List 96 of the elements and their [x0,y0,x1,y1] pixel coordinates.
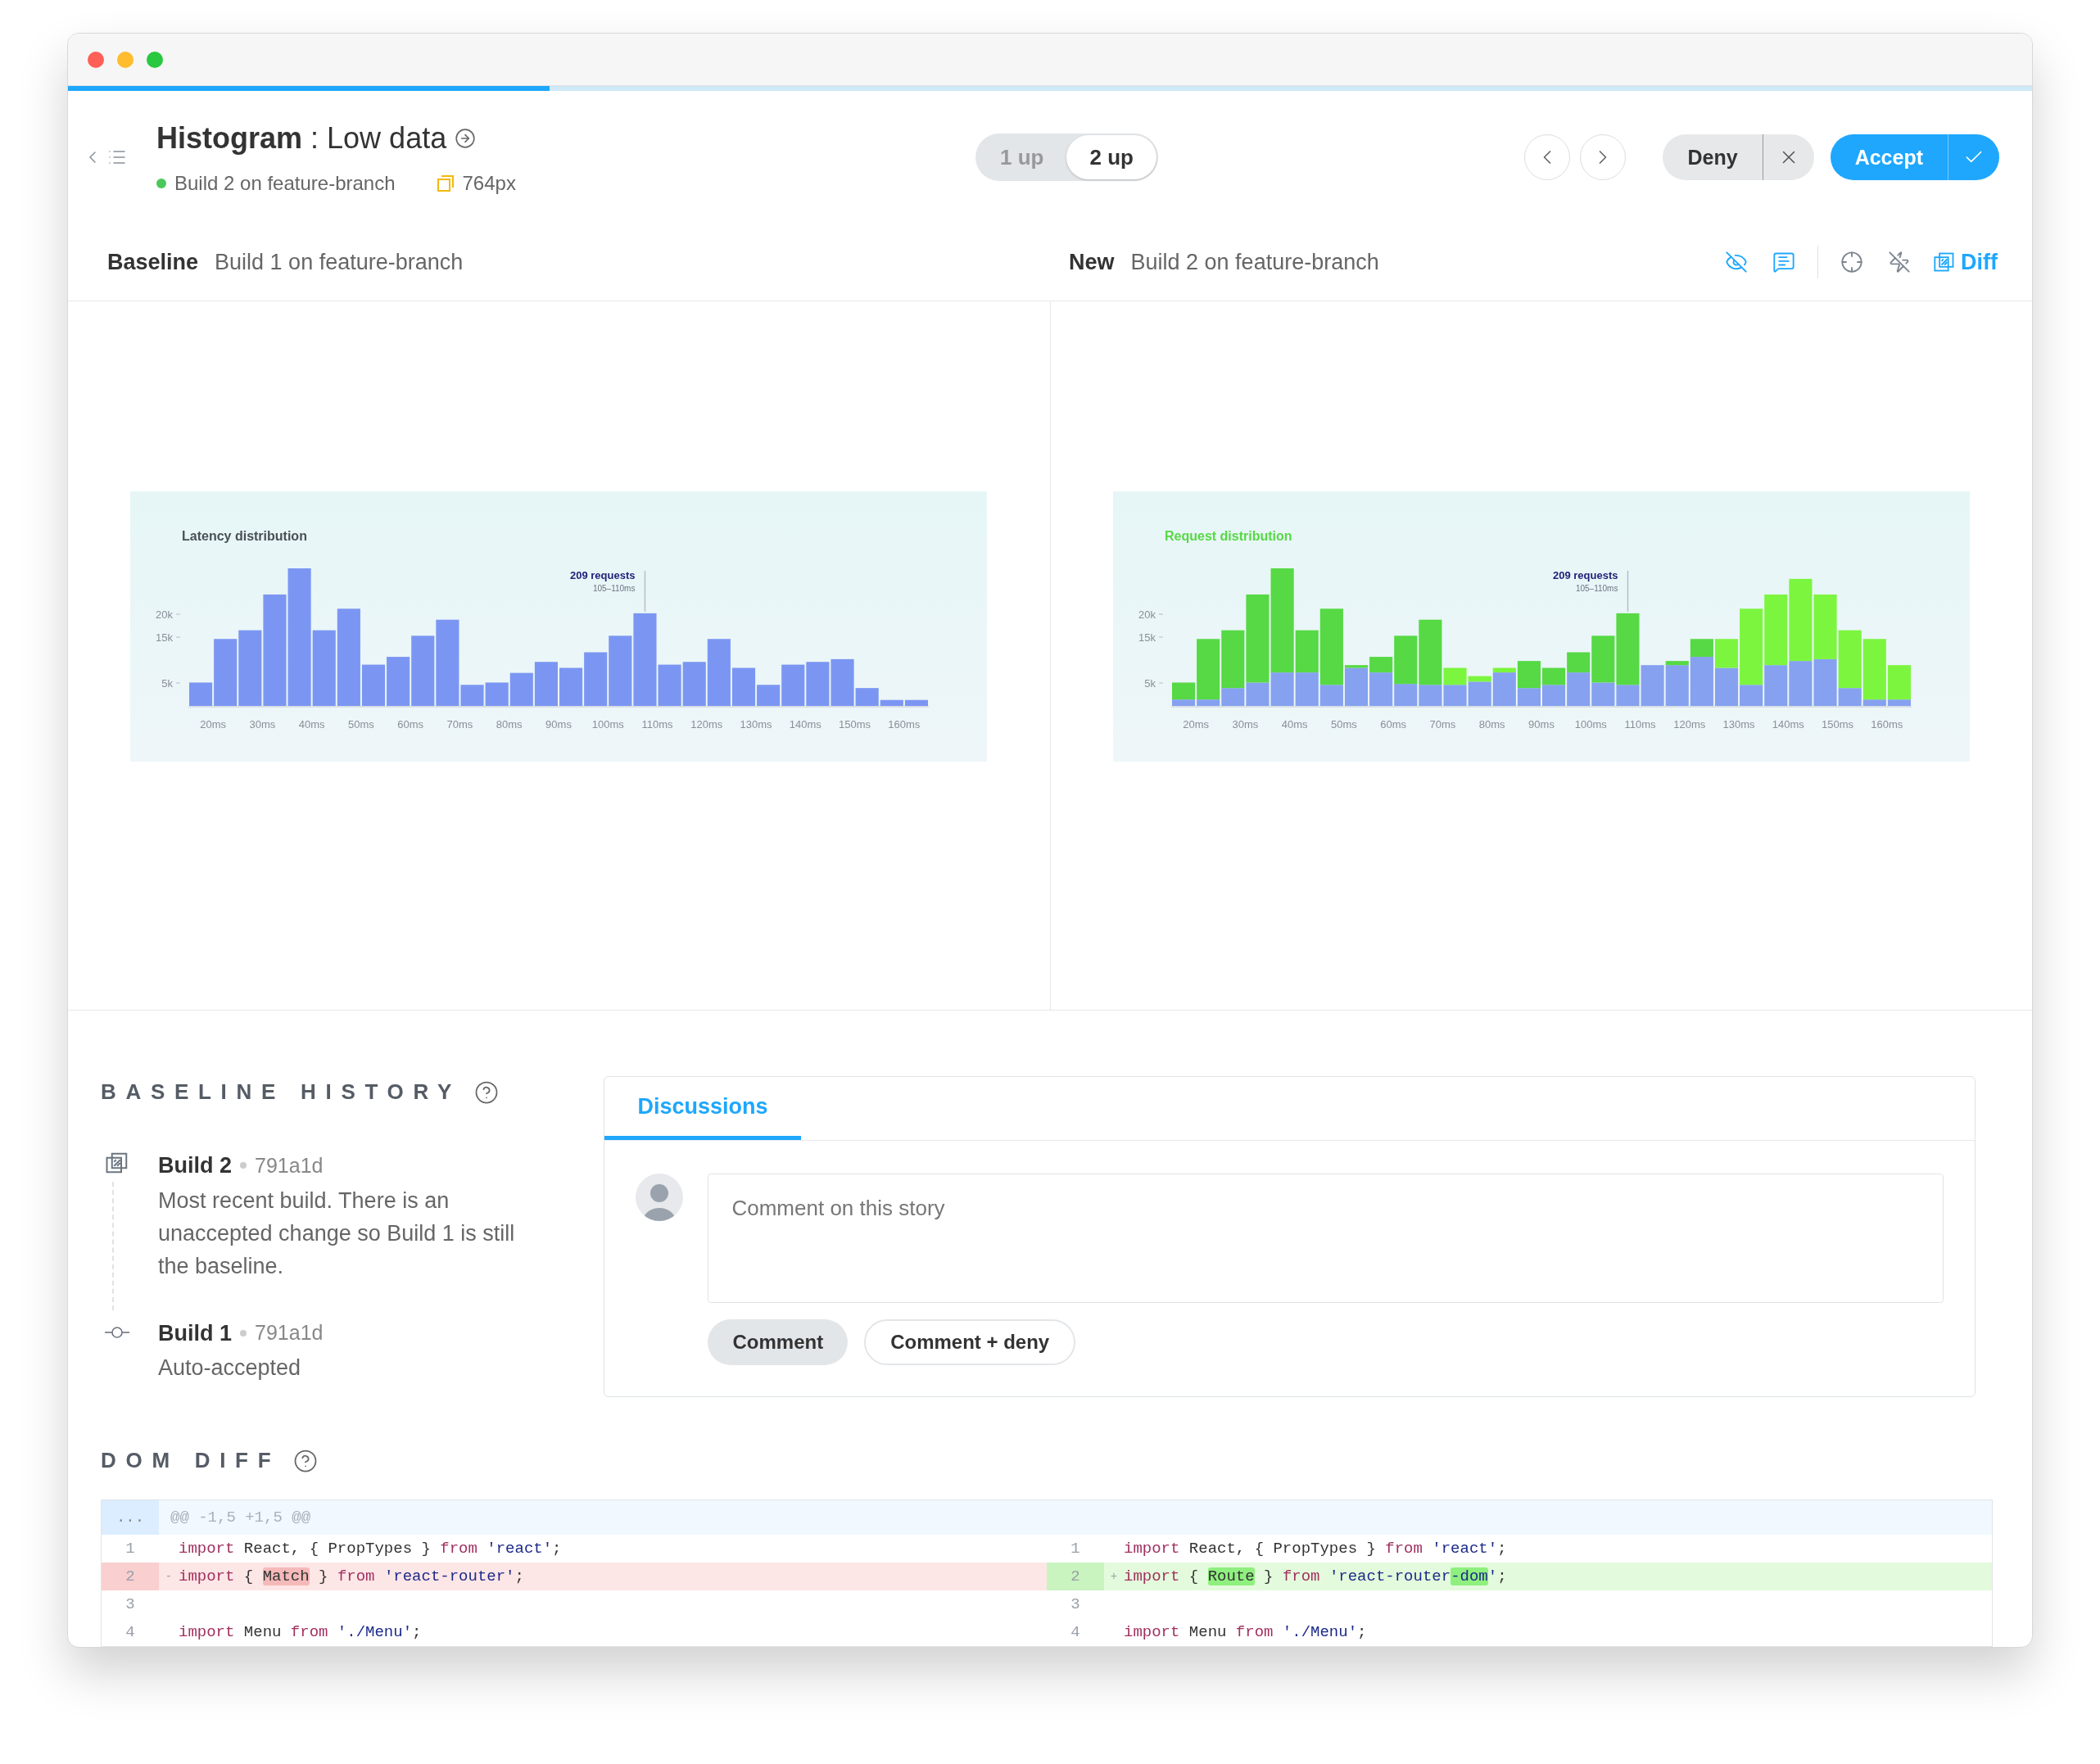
diff-sign: - [165,1568,173,1585]
x-tick-label: 40ms [299,717,325,730]
x-tick-label: 100ms [1574,717,1607,730]
histogram-bar [485,682,509,706]
x-tick-label: 30ms [249,717,276,730]
build-name: Build 1 [158,1319,232,1347]
y-tick-label: 15k [1138,631,1156,644]
code-line: import Menu from './Menu'; [1124,1622,1367,1643]
panel-build: Build 2 on feature-branch [1130,249,1379,276]
x-tick-label: 120ms [690,717,723,730]
panel-build: Build 1 on feature-branch [215,249,464,276]
chart-title: Latency distribution [182,528,308,543]
crosshair-icon [1840,251,1863,274]
histogram-bar [535,661,559,706]
zap-off-icon [1888,251,1911,274]
x-tick-label: 20ms [200,717,227,730]
panel-heading: New [1069,249,1115,276]
x-tick-label: 150ms [1821,717,1853,730]
x-tick-label: 70ms [446,717,473,730]
arrow-circle-icon[interactable] [455,128,477,150]
panel-heading: Baseline [107,249,199,276]
code-line: import { Route } from 'react-router-dom'; [1124,1566,1507,1587]
build-name: Build 2 [158,1152,232,1179]
diff-button[interactable]: Diff [1933,246,1998,279]
code-line: import React, { PropTypes } from 'react'; [1124,1538,1507,1559]
x-tick-label: 90ms [545,717,573,730]
x-tick-label: 90ms [1527,717,1555,730]
line-number: 2 [102,1563,159,1590]
x-tick-label: 60ms [1380,717,1406,730]
section-heading: DOM DIFF [101,1447,281,1474]
discussions-tab[interactable]: Discussions [604,1077,801,1140]
y-tick-label: 5k [1144,676,1156,690]
x-tick-label: 20ms [1183,717,1209,730]
x-tick-label: 80ms [496,717,523,730]
build-label: Build 2 on feature-branch [174,171,396,197]
histogram-bar [510,672,534,706]
code-line: import { Match } from 'react-router'; [179,1566,524,1587]
story-title: Histogram [156,120,303,157]
histogram-bar [806,661,830,706]
x-tick-label: 30ms [1232,717,1259,730]
annotation-detail: 105–110ms [1575,583,1618,593]
annotation-line [644,569,646,613]
y-tick-label: 15k [156,631,174,644]
x-tick-label: 50ms [1330,717,1357,730]
x-tick-label: 110ms [1624,717,1656,730]
build-note: Most recent build. There is an unaccepted change so Build 1 is still the baseline. [158,1187,516,1280]
x-tick-label: 80ms [1478,717,1505,730]
histogram-bar [387,656,410,706]
x-tick-label: 70ms [1429,717,1456,730]
viewport-width: 764px [462,171,516,197]
view-toggle-option[interactable]: 1 up [977,135,1067,180]
story-subtitle: : Low data [310,120,447,157]
help-icon[interactable] [474,1079,499,1105]
x-tick-label: 150ms [839,717,871,730]
section-heading: BASELINE HISTORY [101,1079,461,1106]
help-icon[interactable] [293,1448,319,1473]
y-tick-label: 5k [161,676,174,690]
viewport-icon [436,174,455,193]
histogram-bar [584,652,608,706]
comment-button[interactable]: Comment [708,1319,849,1365]
histogram-bar [559,667,583,706]
annotation-line [1627,569,1628,613]
build-note: Auto-accepted [158,1355,302,1382]
stacked-squares-icon [105,1151,129,1175]
commit-icon [105,1326,129,1338]
x-tick-label: 40ms [1281,717,1308,730]
hunk-header: @@ -1,5 +1,5 @@ [170,1507,311,1528]
annotation-label: 209 requests [570,568,636,581]
x-tick-label: 160ms [1871,717,1903,730]
x-tick-label: 140ms [790,717,822,730]
chart-title: Request distribution [1164,528,1292,543]
code-line: import React, { PropTypes } from 'react'; [179,1538,562,1559]
y-tick-label: 20k [1138,608,1156,621]
x-tick-label: 50ms [348,717,375,730]
comment-field[interactable]: Comment on this story [708,1174,1944,1303]
view-toggle-option[interactable]: 2 up [1066,135,1156,180]
comment-button[interactable]: Comment + deny [864,1319,1076,1365]
annotation-label: 209 requests [1552,568,1618,581]
y-tick-label: 20k [156,608,174,621]
eye-off-icon [1725,251,1748,274]
annotation-detail: 105–110ms [593,583,636,593]
expand-marker[interactable]: ... [102,1500,159,1535]
x-tick-label: 100ms [592,717,625,730]
code-line: import Menu from './Menu'; [179,1622,422,1643]
x-tick-label: 120ms [1673,717,1706,730]
line-number: 2 [1047,1563,1104,1590]
commit-hash: 791a1d [255,1152,324,1178]
x-tick-label: 130ms [740,717,772,730]
commit-hash: 791a1d [255,1320,324,1346]
x-tick-label: 130ms [1722,717,1755,730]
x-tick-label: 60ms [397,717,424,730]
x-tick-label: 110ms [641,717,673,730]
diff-sign: + [1110,1568,1118,1585]
comments-icon [1772,251,1795,274]
x-tick-label: 160ms [888,717,921,730]
x-tick-label: 140ms [1772,717,1804,730]
